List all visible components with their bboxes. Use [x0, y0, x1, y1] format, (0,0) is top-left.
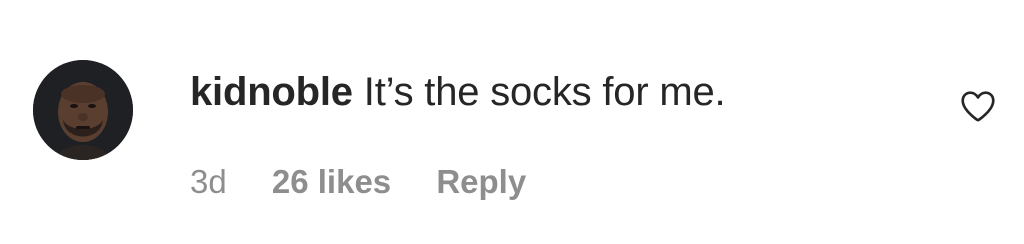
- reply-button[interactable]: Reply: [436, 163, 526, 200]
- heart-outline-icon: [961, 91, 995, 122]
- user-avatar-icon: [33, 60, 133, 160]
- comment-likes-count[interactable]: 26 likes: [272, 163, 391, 200]
- comment-meta: 3d 26 likes Reply: [190, 160, 562, 204]
- avatar[interactable]: [33, 60, 133, 160]
- comment-body: It’s the socks for me.: [363, 70, 726, 114]
- comment-username[interactable]: kidnoble: [190, 70, 353, 114]
- comment-timestamp[interactable]: 3d: [190, 163, 227, 200]
- like-button[interactable]: [958, 86, 998, 126]
- comment-text-line: kidnoble It’s the socks for me.: [190, 68, 726, 116]
- comment-row: kidnoble It’s the socks for me. 3d 26 li…: [0, 0, 1024, 244]
